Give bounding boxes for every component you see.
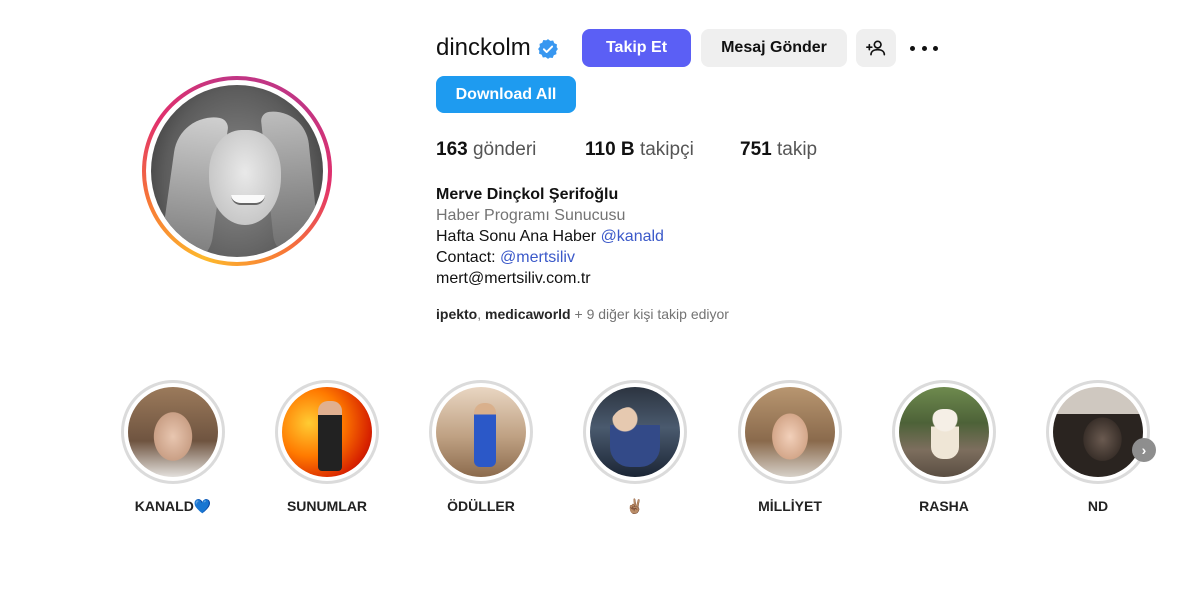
story-highlight[interactable]: RASHA — [892, 380, 996, 514]
following-stat[interactable]: 751 takip — [740, 139, 817, 161]
highlight-label: SUNUMLAR — [286, 498, 368, 514]
highlight-cover — [745, 387, 835, 477]
bio-line: Contact: @mertsiliv — [436, 249, 575, 266]
following-count: 751 — [740, 139, 772, 160]
follower-medicaworld: medicaworld — [485, 306, 571, 322]
followers-stat[interactable]: 110 B takipçi — [585, 139, 694, 161]
highlight-label: ND — [1087, 498, 1109, 514]
verified-badge-icon — [538, 39, 558, 59]
story-highlight[interactable]: MİLLİYET — [738, 380, 842, 514]
follow-button[interactable]: Takip Et — [582, 29, 691, 67]
followed-by[interactable]: ipekto, medicaworld + 9 diğer kişi takip… — [436, 306, 729, 322]
highlight-label: RASHA — [919, 498, 969, 514]
username: dinckolm — [436, 34, 531, 61]
profile-category: Haber Programı Sunucusu — [436, 207, 626, 224]
followers-label: takipçi — [639, 139, 694, 160]
avatar-photo — [151, 85, 323, 257]
highlight-label: ÖDÜLLER — [447, 498, 515, 514]
profile-bio: Merve Dinçkol Şerifoğlu Haber Programı S… — [436, 184, 664, 289]
mention-link-mertsiliv[interactable]: @mertsiliv — [500, 249, 575, 266]
story-highlight[interactable]: ✌🏽 — [583, 380, 687, 515]
highlight-cover — [590, 387, 680, 477]
follower-ipekto: ipekto — [436, 306, 478, 322]
posts-label: gönderi — [472, 139, 537, 160]
highlight-label: ✌🏽 — [626, 498, 644, 514]
more-options-icon[interactable] — [910, 38, 938, 58]
profile-avatar[interactable] — [142, 76, 332, 266]
highlight-label: KANALD💙 — [134, 498, 212, 514]
followers-count: 110 B — [585, 139, 635, 160]
posts-stat: 163 gönderi — [436, 139, 536, 161]
download-all-button[interactable]: Download All — [436, 76, 576, 113]
send-message-button[interactable]: Mesaj Gönder — [701, 29, 847, 67]
highlight-cover — [1053, 387, 1143, 477]
bio-email: mert@mertsiliv.com.tr — [436, 270, 591, 287]
highlight-cover — [128, 387, 218, 477]
bio-line: Hafta Sonu Ana Haber @kanald — [436, 228, 664, 245]
story-highlight[interactable]: SUNUMLAR — [275, 380, 379, 514]
story-highlight[interactable]: ÖDÜLLER — [429, 380, 533, 514]
highlight-cover — [899, 387, 989, 477]
highlight-cover — [282, 387, 372, 477]
add-user-icon — [866, 40, 886, 56]
highlight-label: MİLLİYET — [758, 498, 822, 514]
highlight-cover — [436, 387, 526, 477]
mention-link-kanald[interactable]: @kanald — [601, 228, 664, 245]
posts-count: 163 — [436, 139, 468, 160]
chevron-right-icon[interactable]: › — [1132, 438, 1156, 462]
profile-page: dinckolm Takip Et Mesaj Gönder Download … — [0, 0, 1200, 591]
full-name: Merve Dinçkol Şerifoğlu — [436, 186, 619, 203]
story-highlight[interactable]: KANALD💙 — [121, 380, 225, 515]
following-label: takip — [776, 139, 818, 160]
suggest-users-button[interactable] — [856, 29, 896, 67]
